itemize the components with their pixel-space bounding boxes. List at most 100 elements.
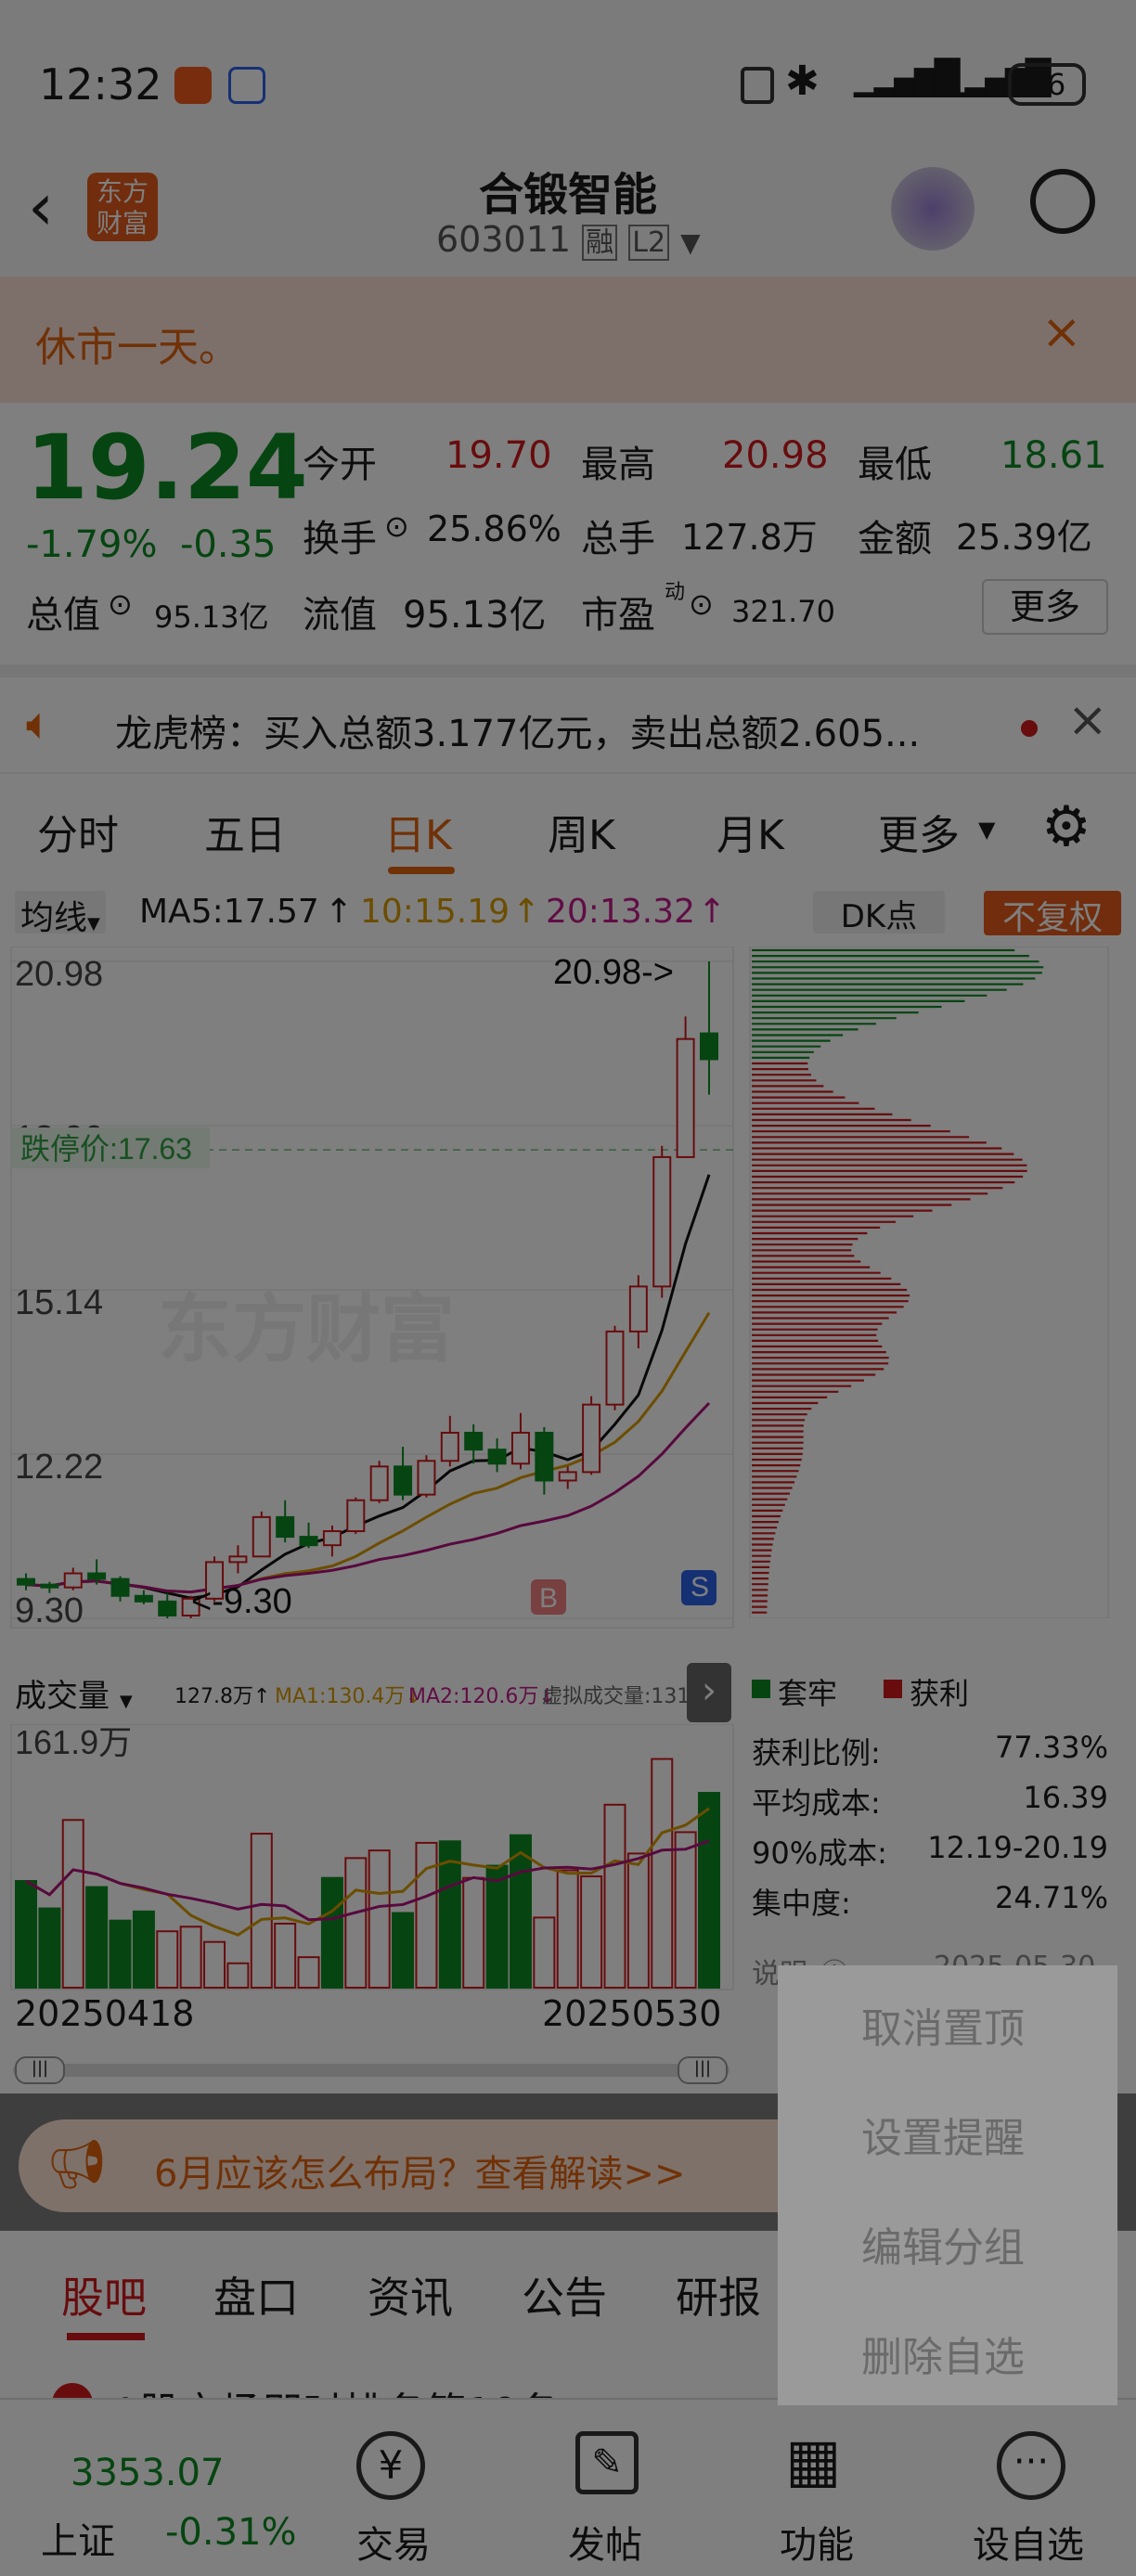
limit-down-label: 跌停价:17.63: [20, 1132, 192, 1166]
trade-icon[interactable]: ¥: [356, 2431, 425, 2500]
kline-chart[interactable]: 20.9818.0615.1412.229.30跌停价:17.63东方财富20.…: [0, 947, 742, 1661]
info-icon[interactable]: ⊙: [108, 586, 133, 622]
ma20-line: [25, 1401, 711, 1594]
tab-timeshare[interactable]: 分时: [37, 802, 119, 861]
chip-stat-label: 集中度:: [752, 1886, 851, 1921]
tab-five-day[interactable]: 五日: [204, 802, 286, 861]
post-icon[interactable]: ✎: [575, 2431, 639, 2494]
tab-news[interactable]: 资讯: [368, 2264, 453, 2325]
function-button[interactable]: 功能: [780, 2515, 854, 2569]
chip-stat-row: 获利比例: 77.33%: [752, 1730, 1108, 1780]
baidu-notification-icon: [228, 67, 265, 104]
robot-assistant-icon[interactable]: [891, 167, 975, 251]
index-change[interactable]: -0.31%: [165, 2511, 297, 2554]
y-tick-label: 12.22: [15, 1448, 103, 1487]
low-value: 18.61: [1000, 434, 1107, 477]
pe-value: 321.70: [731, 594, 835, 629]
signal-icon: ▁▂▄▆█: [854, 59, 960, 97]
tab-indicator: [67, 2333, 145, 2340]
open-value: 19.70: [445, 434, 552, 477]
pe-sup: 动: [665, 581, 686, 604]
volume-max-label: 161.9万: [15, 1724, 132, 1761]
volume-bar: [61, 1819, 84, 1990]
close-icon[interactable]: ×: [1041, 304, 1082, 360]
mcap-value: 95.13亿: [154, 599, 269, 635]
candle-body: [346, 1499, 366, 1533]
tab-daily-k[interactable]: 日K: [384, 802, 452, 861]
trade-button[interactable]: 交易: [356, 2515, 431, 2569]
volume-bar: [580, 1875, 603, 1989]
volume-bar: [15, 1879, 37, 1989]
add-favorite-button[interactable]: 设自选: [973, 2515, 1084, 2569]
chip-stat-label: 90%成本:: [752, 1835, 887, 1871]
volume-bar: [297, 1956, 320, 1990]
volume-bar: [274, 1922, 297, 1990]
menu-set-alert[interactable]: 设置提醒: [861, 2105, 1025, 2164]
market-closed-notice: 休市一天。 ×: [0, 277, 1136, 403]
info-icon[interactable]: ⊙: [689, 586, 714, 622]
high-marker: 20.98->: [553, 953, 674, 992]
candle-body: [252, 1515, 271, 1558]
range-handle-left[interactable]: |||: [15, 2056, 65, 2084]
candle-body: [417, 1460, 436, 1496]
expand-panel-button[interactable]: ›: [687, 1663, 731, 1722]
adjust-button[interactable]: 不复权: [984, 891, 1121, 937]
ma10-arrow: ↑: [512, 893, 541, 931]
menu-unpin[interactable]: 取消置顶: [861, 1995, 1025, 2054]
high-label: 最高: [581, 444, 655, 486]
volume-bar: [556, 1869, 579, 1989]
profit-legend: 获利: [910, 1676, 970, 1711]
news-text: A股市场即时排名第10名: [111, 2379, 559, 2398]
menu-edit-group[interactable]: 编辑分组: [861, 2214, 1025, 2273]
candle-body: [440, 1431, 459, 1462]
candle-body: [394, 1465, 413, 1496]
search-icon[interactable]: [1030, 169, 1095, 234]
tab-pankou[interactable]: 盘口: [213, 2264, 299, 2325]
more-button[interactable]: 更多: [982, 579, 1108, 635]
tab-guba[interactable]: 股吧: [61, 2264, 147, 2325]
low-label: 最低: [858, 444, 932, 486]
stock-code-row[interactable]: 603011 融 L2 ▼: [436, 219, 701, 261]
more-dots-icon[interactable]: ···: [997, 2431, 1065, 2500]
volume-value: 127.8万: [681, 517, 818, 558]
popup-menu: 取消置顶 设置提醒 编辑分组 删除自选: [778, 1965, 1117, 2405]
gear-icon[interactable]: ⚙: [1041, 794, 1091, 859]
candle-body: [299, 1536, 318, 1547]
ma5-value: MA5:17.57: [139, 893, 319, 931]
volume-selector[interactable]: 成交量 ▼: [15, 1670, 133, 1716]
function-icon[interactable]: ▦: [785, 2431, 841, 2491]
megaphone-icon: 📢︎: [46, 2137, 109, 2193]
change-value: -0.35: [180, 523, 277, 566]
chip-stat-label: 获利比例:: [752, 1735, 881, 1771]
tab-research[interactable]: 研报: [676, 2264, 761, 2325]
chip-stat-row: 90%成本: 12.19-20.19: [752, 1830, 1108, 1880]
dk-point-button[interactable]: DK点: [813, 891, 945, 935]
index-name[interactable]: 上证: [41, 2511, 115, 2565]
range-scrollbar[interactable]: [13, 2064, 729, 2077]
tab-announcements[interactable]: 公告: [522, 2264, 607, 2325]
tab-more[interactable]: 更多: [878, 802, 960, 861]
news-badge-icon: [52, 2383, 93, 2398]
chip-stat-row: 平均成本: 16.39: [752, 1780, 1108, 1830]
range-handle-right[interactable]: |||: [678, 2056, 728, 2084]
info-icon[interactable]: ⊙: [384, 509, 409, 544]
menu-remove-favorite[interactable]: 删除自选: [861, 2324, 1025, 2383]
bottom-bar: 3353.07 上证 -0.31% ¥ 交易 ✎ 发帖 ▦ 功能 ··· 设自选: [0, 2398, 1136, 2576]
volume-bar: [485, 1864, 509, 1989]
chevron-down-icon: ▼: [87, 914, 100, 934]
level2-tag: L2: [628, 225, 670, 261]
candle-body: [63, 1572, 83, 1589]
tab-monthly-k[interactable]: 月K: [716, 802, 784, 861]
last-price: 19.24: [26, 416, 308, 520]
ma-selector[interactable]: 均线▼: [15, 891, 106, 937]
mcap-label: 总值: [26, 594, 100, 637]
trapped-legend-icon: [752, 1680, 770, 1698]
bluetooth-icon: ✱: [785, 58, 820, 105]
index-value[interactable]: 3353.07: [71, 2452, 224, 2494]
buy-marker: B: [539, 1583, 558, 1614]
volume-bar: [651, 1758, 674, 1989]
dragon-tiger-bar[interactable]: 🔈︎ 龙虎榜：买入总额3.177亿元，卖出总额2.605... ×: [0, 664, 1136, 772]
tab-weekly-k[interactable]: 周K: [548, 802, 615, 861]
post-button[interactable]: 发帖: [568, 2515, 642, 2569]
close-icon[interactable]: ×: [1067, 692, 1108, 748]
